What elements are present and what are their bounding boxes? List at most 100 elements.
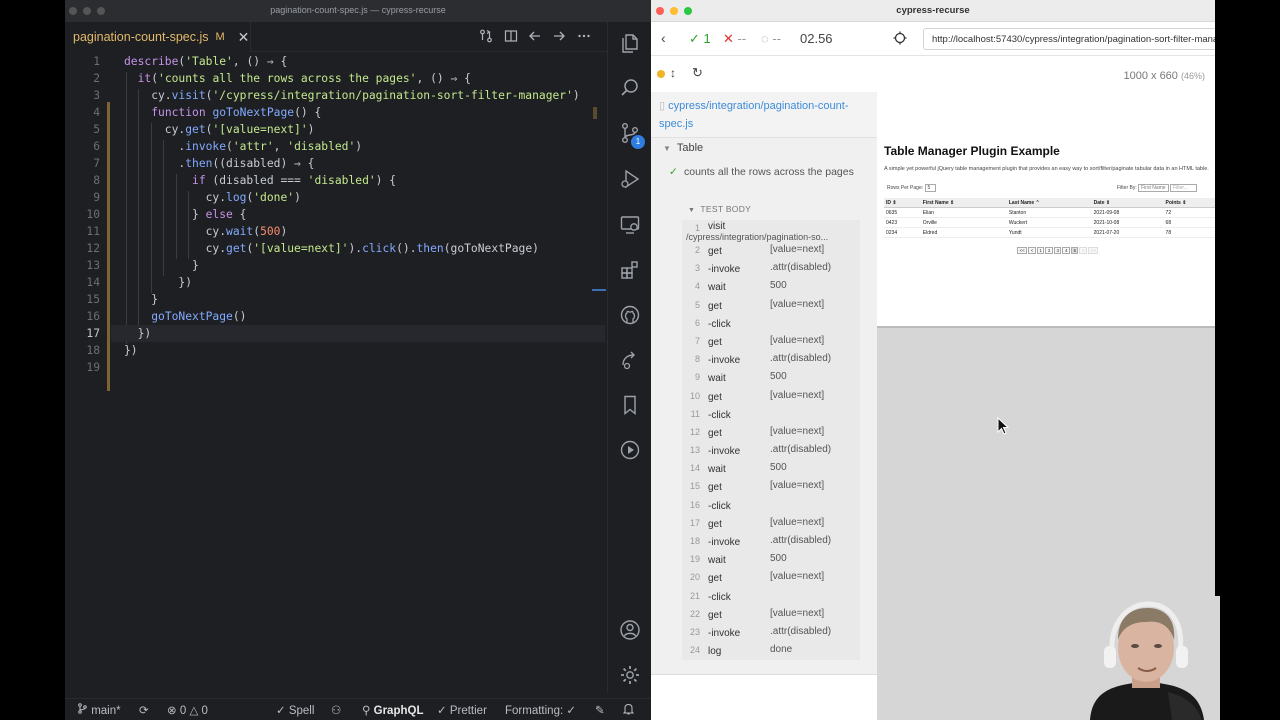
- back-to-specs-icon[interactable]: ‹: [661, 30, 666, 46]
- code-line[interactable]: 6 .invoke('attr', 'disabled'): [65, 138, 607, 155]
- command-row[interactable]: 5 get [value=next]: [682, 297, 860, 315]
- graphql-status[interactable]: ⚲ GraphQL: [362, 703, 423, 717]
- code-line[interactable]: 5 cy.get('[value=next]'): [65, 121, 607, 138]
- filter-column-select[interactable]: First Name: [1138, 184, 1169, 192]
- editor-tab-active[interactable]: pagination-count-spec.js M ✕: [65, 22, 251, 52]
- pagination-button[interactable]: 3: [1053, 247, 1062, 254]
- command-row[interactable]: 14 wait 500: [682, 460, 860, 478]
- pagination-button[interactable]: >>: [1088, 247, 1099, 254]
- command-row[interactable]: 10 get [value=next]: [682, 388, 860, 406]
- more-actions-icon[interactable]: [576, 29, 592, 45]
- viewport-info[interactable]: 1000 x 660 (46%): [1123, 70, 1205, 82]
- command-row[interactable]: 4 wait 500: [682, 278, 860, 296]
- code-line[interactable]: 8 if (disabled === 'disabled') {: [65, 172, 607, 189]
- pagination-button[interactable]: 4: [1062, 247, 1070, 254]
- settings-gear-icon[interactable]: [619, 664, 641, 686]
- navigate-forward-icon[interactable]: [551, 29, 567, 45]
- code-line[interactable]: 12 cy.get('[value=next]').click().then(g…: [65, 240, 607, 257]
- branch-status[interactable]: main*: [77, 703, 121, 717]
- auto-scroll-toggle-icon[interactable]: ↕: [670, 66, 676, 80]
- github-icon[interactable]: [619, 304, 641, 326]
- formatting-status[interactable]: Formatting: ✓: [505, 703, 576, 717]
- prettier-status[interactable]: ✓ Prettier: [437, 703, 487, 717]
- code-line[interactable]: 10 } else {: [65, 206, 607, 223]
- code-line[interactable]: 4 function goToNextPage() {: [65, 104, 607, 121]
- aut-url-bar[interactable]: http://localhost:57430/cypress/integrati…: [923, 28, 1215, 50]
- search-icon[interactable]: [619, 77, 641, 99]
- copilot-icon[interactable]: ⚇: [331, 703, 341, 717]
- table-column-header[interactable]: ID ⇕: [884, 198, 921, 208]
- bookmark-icon[interactable]: [619, 394, 641, 416]
- code-line[interactable]: 3 cy.visit('/cypress/integration/paginat…: [65, 87, 607, 104]
- selector-playground-icon[interactable]: [893, 31, 907, 50]
- command-row[interactable]: 12 get [value=next]: [682, 424, 860, 442]
- spell-status[interactable]: ✓ Spell: [276, 703, 314, 717]
- command-row[interactable]: 6 -click: [682, 315, 860, 333]
- command-row[interactable]: 15 get [value=next]: [682, 478, 860, 496]
- close-tab-icon[interactable]: ✕: [238, 29, 250, 46]
- pagination-button[interactable]: >: [1079, 247, 1088, 254]
- code-editor[interactable]: 1 describe('Table', () ⇒ {2 it('counts al…: [65, 53, 607, 693]
- remote-explorer-icon[interactable]: [619, 214, 641, 236]
- navigate-back-icon[interactable]: [527, 29, 543, 45]
- command-row[interactable]: 18 -invoke .attr(disabled): [682, 533, 860, 551]
- command-row[interactable]: 1 visit/cypress/integration/pagination-so…: [682, 220, 860, 242]
- app-under-test[interactable]: Table Manager Plugin Example A simple ye…: [877, 92, 1215, 328]
- code-line[interactable]: 19: [65, 359, 607, 376]
- pagination-button[interactable]: 5: [1070, 247, 1079, 254]
- command-row[interactable]: 8 -invoke .attr(disabled): [682, 351, 860, 369]
- pagination-button[interactable]: 1: [1036, 247, 1045, 254]
- sync-icon[interactable]: ⟳: [139, 703, 149, 717]
- suite-title[interactable]: ▼ Table: [663, 142, 703, 154]
- table-column-header[interactable]: Last Name ⌃: [1006, 198, 1092, 208]
- command-row[interactable]: 19 wait 500: [682, 551, 860, 569]
- table-column-header[interactable]: Date ⇕: [1091, 198, 1164, 208]
- command-row[interactable]: 24 log done: [682, 642, 860, 660]
- compare-changes-icon[interactable]: [478, 29, 494, 45]
- code-line[interactable]: 14 }): [65, 274, 607, 291]
- code-line[interactable]: 7 .then((disabled) ⇒ {: [65, 155, 607, 172]
- code-line[interactable]: 18}): [65, 342, 607, 359]
- spec-path[interactable]: ▯ cypress/integration/pagination-count-s…: [651, 92, 877, 138]
- code-line[interactable]: 16 goToNextPage(): [65, 308, 607, 325]
- command-row[interactable]: 9 wait 500: [682, 369, 860, 387]
- pagination-button[interactable]: <<: [1017, 247, 1028, 254]
- command-row[interactable]: 2 get [value=next]: [682, 242, 860, 260]
- command-row[interactable]: 22 get [value=next]: [682, 606, 860, 624]
- code-line[interactable]: 11 cy.wait(500): [65, 223, 607, 240]
- test-body-header[interactable]: ▼ TEST BODY: [688, 204, 751, 214]
- spec-path-link[interactable]: cypress/integration/pagination-count-spe…: [659, 100, 849, 130]
- command-row[interactable]: 17 get [value=next]: [682, 515, 860, 533]
- code-line[interactable]: 2 it('counts all the rows across the pag…: [65, 70, 607, 87]
- command-row[interactable]: 11 -click: [682, 406, 860, 424]
- run-debug-icon[interactable]: [619, 168, 641, 190]
- filter-input[interactable]: Filter...: [1169, 184, 1197, 192]
- test-runner-icon[interactable]: [619, 439, 641, 461]
- problems-status[interactable]: ⊗ 0 △ 0: [167, 703, 208, 717]
- extensions-icon[interactable]: [619, 259, 641, 281]
- rows-per-page-select[interactable]: 5: [924, 184, 937, 192]
- notifications-bell-icon[interactable]: [622, 703, 635, 718]
- code-line[interactable]: 9 cy.log('done'): [65, 189, 607, 206]
- pagination-button[interactable]: 2: [1045, 247, 1053, 254]
- command-row[interactable]: 13 -invoke .attr(disabled): [682, 442, 860, 460]
- code-line[interactable]: 13 }: [65, 257, 607, 274]
- code-line[interactable]: 17 }): [65, 325, 607, 342]
- feedback-icon[interactable]: ✎: [595, 703, 605, 717]
- code-line[interactable]: 15 }: [65, 291, 607, 308]
- code-line[interactable]: 1 describe('Table', () ⇒ {: [65, 53, 607, 70]
- split-editor-icon[interactable]: [503, 29, 519, 45]
- table-column-header[interactable]: Points ⇕: [1163, 198, 1215, 208]
- explorer-icon[interactable]: [619, 32, 641, 54]
- command-row[interactable]: 7 get [value=next]: [682, 333, 860, 351]
- live-share-icon[interactable]: [619, 349, 641, 371]
- command-row[interactable]: 21 -click: [682, 588, 860, 606]
- pagination-button[interactable]: <: [1028, 247, 1036, 254]
- table-column-header[interactable]: First Name ⇕: [920, 198, 1007, 208]
- command-row[interactable]: 23 -invoke .attr(disabled): [682, 624, 860, 642]
- auto-scroll-indicator-icon[interactable]: [657, 70, 665, 78]
- rerun-tests-icon[interactable]: ↻: [692, 65, 703, 81]
- command-row[interactable]: 3 -invoke .attr(disabled): [682, 260, 860, 278]
- account-icon[interactable]: [619, 619, 641, 641]
- command-row[interactable]: 16 -click: [682, 497, 860, 515]
